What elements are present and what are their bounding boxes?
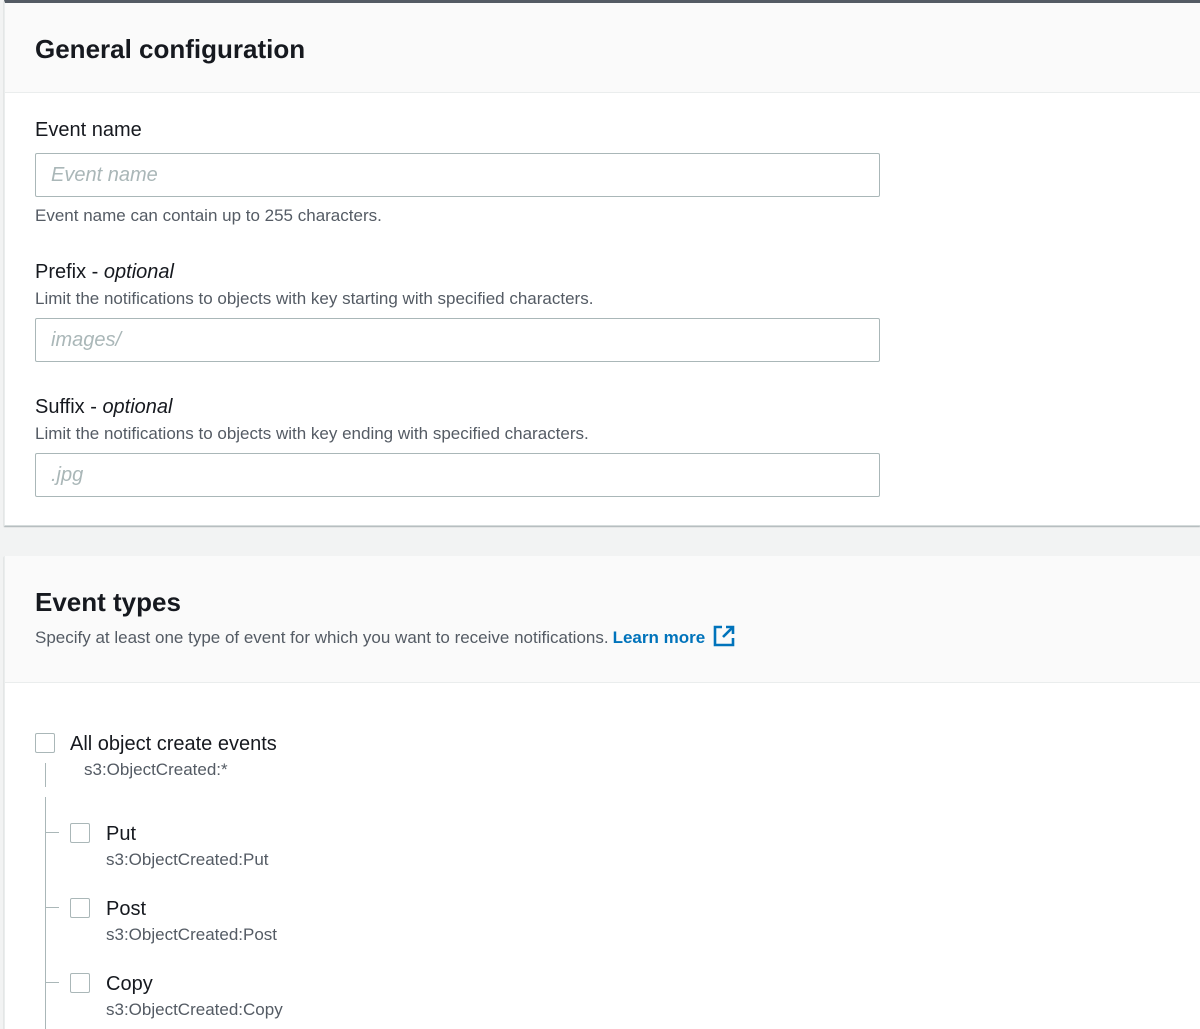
post-label: Post: [106, 898, 147, 920]
suffix-description: Limit the notifications to objects with …: [35, 424, 589, 443]
all-object-create-events-checkbox[interactable]: [35, 733, 55, 753]
general-configuration-panel: General configuration Event name Event n…: [4, 0, 1200, 526]
tree-line-top: [45, 763, 46, 787]
suffix-label: Suffix - optional: [35, 394, 173, 420]
suffix-label-text: Suffix -: [35, 396, 103, 418]
post-checkbox[interactable]: [70, 898, 90, 918]
general-configuration-title: General configuration: [35, 34, 306, 64]
tree-branch-put: [45, 832, 59, 833]
learn-more-link[interactable]: Learn more: [612, 625, 736, 647]
prefix-optional-text: optional: [103, 261, 174, 283]
external-link-icon: [713, 625, 735, 647]
copy-code: s3:ObjectCreated:Copy: [106, 1000, 283, 1019]
put-code: s3:ObjectCreated:Put: [106, 850, 269, 869]
event-types-header: Event types Specify at least one type of…: [5, 556, 1200, 683]
event-types-description-text: Specify at least one type of event for w…: [35, 628, 609, 647]
event-types-title: Event types: [35, 587, 181, 617]
event-name-label: Event name: [35, 119, 142, 141]
prefix-input[interactable]: [35, 318, 880, 362]
event-name-input[interactable]: [35, 153, 880, 197]
suffix-input[interactable]: [35, 453, 880, 497]
post-code: s3:ObjectCreated:Post: [106, 925, 278, 944]
learn-more-text: Learn more: [612, 628, 706, 647]
prefix-description: Limit the notifications to objects with …: [35, 289, 594, 308]
event-types-description: Specify at least one type of event for w…: [35, 625, 735, 649]
all-object-create-events-label: All object create events: [70, 733, 277, 755]
tree-branch-copy: [45, 982, 59, 983]
put-checkbox[interactable]: [70, 823, 90, 843]
prefix-label: Prefix - optional: [35, 259, 174, 285]
event-types-panel: Event types Specify at least one type of…: [4, 556, 1200, 1029]
page: General configuration Event name Event n…: [0, 0, 1200, 1029]
all-object-create-events-code: s3:ObjectCreated:*: [84, 760, 228, 779]
suffix-optional-text: optional: [102, 396, 173, 418]
copy-label: Copy: [106, 973, 153, 995]
put-label: Put: [106, 823, 137, 845]
prefix-label-text: Prefix -: [35, 261, 104, 283]
event-name-hint: Event name can contain up to 255 charact…: [35, 206, 382, 225]
general-configuration-header: General configuration: [5, 3, 1200, 93]
copy-checkbox[interactable]: [70, 973, 90, 993]
tree-branch-post: [45, 907, 59, 908]
